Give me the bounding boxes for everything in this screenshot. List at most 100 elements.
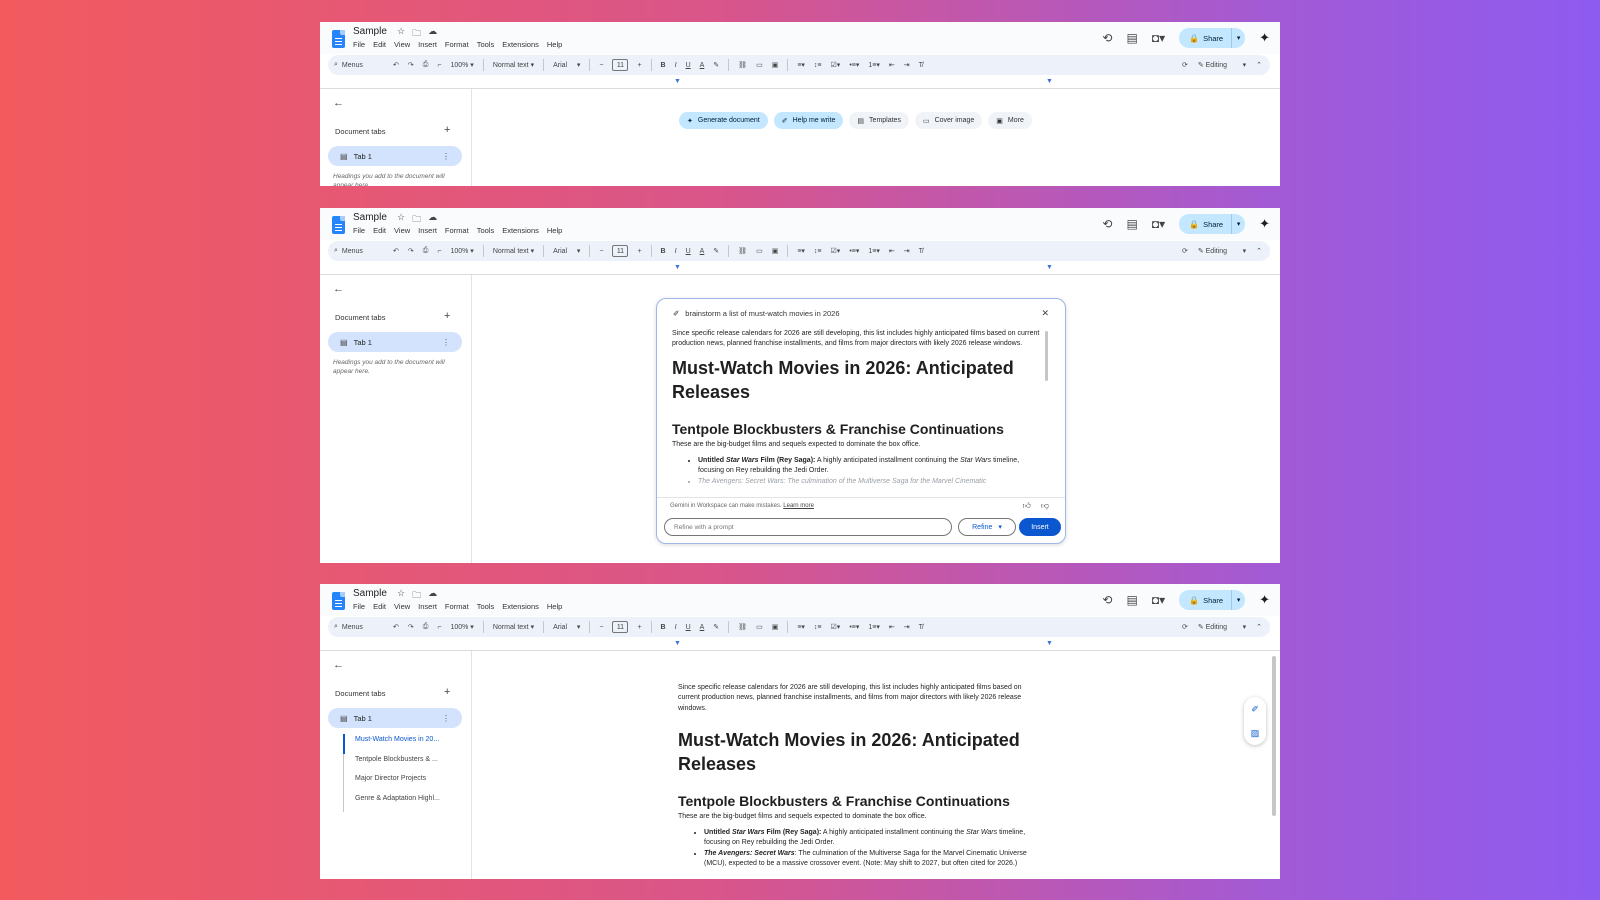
refine-input[interactable]: Refine with a prompt: [664, 518, 952, 536]
indent-increase-icon[interactable]: ⇥: [904, 247, 910, 255]
checklist-icon[interactable]: ☑▾: [831, 61, 841, 69]
redo-icon[interactable]: ↷: [408, 61, 414, 69]
menu-insert[interactable]: Insert: [418, 226, 437, 235]
font-size-field[interactable]: 11: [612, 621, 629, 633]
image-icon[interactable]: ▣: [772, 247, 779, 255]
highlight-icon[interactable]: ✎: [713, 61, 719, 69]
italic-icon[interactable]: I: [675, 248, 677, 255]
font-size-decrease[interactable]: −: [599, 624, 603, 631]
right-indent-marker-icon[interactable]: ▼: [1046, 264, 1053, 271]
menus-search[interactable]: ⌕ Menus: [334, 623, 384, 631]
document-title[interactable]: Sample: [353, 588, 387, 599]
docs-logo-icon[interactable]: [332, 592, 345, 610]
print-icon[interactable]: ⎙: [423, 247, 429, 255]
history-icon[interactable]: ⟲: [1102, 31, 1112, 45]
underline-icon[interactable]: U: [686, 248, 691, 255]
menus-search[interactable]: ⌕ Menus: [334, 247, 384, 255]
meet-icon[interactable]: ◘▾: [1152, 31, 1165, 45]
font-size-field[interactable]: 11: [612, 59, 629, 71]
checklist-icon[interactable]: ☑▾: [831, 247, 841, 255]
more-vert-icon[interactable]: ⋮: [442, 338, 450, 347]
undo-icon[interactable]: ↶: [393, 247, 399, 255]
undo-icon[interactable]: ↶: [393, 623, 399, 631]
align-icon[interactable]: ≡▾: [797, 61, 805, 69]
help-me-write-icon[interactable]: ✐: [1251, 704, 1259, 715]
outline-item[interactable]: Genre & Adaptation Highl...: [343, 792, 463, 813]
share-button[interactable]: 🔒 Share ▾: [1179, 590, 1246, 610]
add-tab-icon[interactable]: +: [444, 686, 450, 698]
italic-icon[interactable]: I: [675, 62, 677, 69]
style-select[interactable]: Normal text ▾: [493, 247, 534, 255]
history-icon[interactable]: ⟲: [1102, 217, 1112, 231]
redo-icon[interactable]: ↷: [408, 247, 414, 255]
collapse-toolbar-icon[interactable]: ⌃: [1256, 247, 1262, 255]
collapse-toolbar-icon[interactable]: ⌃: [1256, 623, 1262, 631]
comment-add-icon[interactable]: ▭: [756, 623, 763, 631]
outline-item[interactable]: Must-Watch Movies in 20...: [343, 734, 463, 754]
menu-file[interactable]: File: [353, 40, 365, 49]
editing-mode-select[interactable]: ✎ Editing ▾: [1198, 61, 1246, 69]
chevron-down-icon[interactable]: ▾: [1231, 28, 1245, 48]
bullet-list-icon[interactable]: •≡▾: [849, 247, 859, 255]
indent-decrease-icon[interactable]: ⇤: [889, 61, 895, 69]
menu-view[interactable]: View: [394, 40, 410, 49]
document-title[interactable]: Sample: [353, 212, 387, 223]
more-chip[interactable]: ▣ More: [988, 112, 1032, 129]
editing-mode-select[interactable]: ✎ Editing ▾: [1198, 623, 1246, 631]
menus-search[interactable]: ⌕ Menus: [334, 61, 384, 69]
menu-help[interactable]: Help: [547, 602, 562, 611]
comment-add-icon[interactable]: ▭: [756, 247, 763, 255]
document-scrollbar[interactable]: [1272, 656, 1276, 816]
image-icon[interactable]: ▣: [772, 61, 779, 69]
zoom-select[interactable]: 100% ▾: [450, 61, 473, 69]
insert-button[interactable]: Insert: [1019, 518, 1061, 536]
share-button[interactable]: 🔒 Share ▾: [1179, 214, 1246, 234]
collapse-toolbar-icon[interactable]: ⌃: [1256, 61, 1262, 69]
font-select[interactable]: Arial ▾: [553, 61, 580, 69]
refine-button[interactable]: Refine ▾: [958, 518, 1016, 536]
mode-ai-icon[interactable]: ⟳: [1182, 247, 1188, 255]
left-indent-marker-icon[interactable]: ▼: [674, 264, 681, 271]
menu-edit[interactable]: Edit: [373, 40, 386, 49]
indent-increase-icon[interactable]: ⇥: [904, 61, 910, 69]
learn-more-link[interactable]: Learn more: [783, 503, 814, 509]
zoom-select[interactable]: 100% ▾: [450, 623, 473, 631]
comment-add-icon[interactable]: ▭: [756, 61, 763, 69]
text-color-icon[interactable]: A: [700, 62, 705, 69]
share-button[interactable]: 🔒 Share ▾: [1179, 28, 1246, 48]
ruler[interactable]: ▼ ▼: [320, 77, 1280, 89]
checklist-icon[interactable]: ☑▾: [831, 623, 841, 631]
outline-item[interactable]: Major Director Projects: [343, 773, 463, 793]
menu-view[interactable]: View: [394, 602, 410, 611]
left-indent-marker-icon[interactable]: ▼: [674, 640, 681, 647]
sidebar-tab-1[interactable]: ▤ Tab 1 ⋮: [328, 708, 462, 728]
left-indent-marker-icon[interactable]: ▼: [674, 78, 681, 85]
underline-icon[interactable]: U: [686, 62, 691, 69]
zoom-select[interactable]: 100% ▾: [450, 247, 473, 255]
font-size-decrease[interactable]: −: [599, 62, 603, 69]
gemini-icon[interactable]: ✦: [1259, 30, 1270, 46]
menu-tools[interactable]: Tools: [477, 602, 495, 611]
menu-file[interactable]: File: [353, 602, 365, 611]
chevron-down-icon[interactable]: ▾: [1231, 590, 1245, 610]
more-vert-icon[interactable]: ⋮: [442, 714, 450, 723]
mode-ai-icon[interactable]: ⟳: [1182, 623, 1188, 631]
paint-format-icon[interactable]: ⌐: [437, 62, 441, 69]
menu-format[interactable]: Format: [445, 602, 469, 611]
indent-decrease-icon[interactable]: ⇤: [889, 623, 895, 631]
bold-icon[interactable]: B: [661, 248, 666, 255]
bullet-list-icon[interactable]: •≡▾: [849, 61, 859, 69]
print-icon[interactable]: ⎙: [423, 623, 429, 631]
clear-format-icon[interactable]: T̸: [919, 62, 923, 69]
line-spacing-icon[interactable]: ↕≡: [814, 62, 822, 69]
comments-icon[interactable]: ▤: [1126, 31, 1137, 45]
document-body[interactable]: Since specific release calendars for 202…: [678, 683, 1043, 870]
docs-logo-icon[interactable]: [332, 216, 345, 234]
ruler[interactable]: ▼ ▼: [320, 639, 1280, 651]
generate-document-chip[interactable]: ✦ Generate document: [679, 112, 768, 129]
dialog-scrollbar[interactable]: [1045, 331, 1048, 381]
comments-icon[interactable]: ▤: [1126, 593, 1137, 607]
style-select[interactable]: Normal text ▾: [493, 61, 534, 69]
document-title[interactable]: Sample: [353, 26, 387, 37]
templates-chip[interactable]: ▤ Templates: [849, 112, 909, 129]
